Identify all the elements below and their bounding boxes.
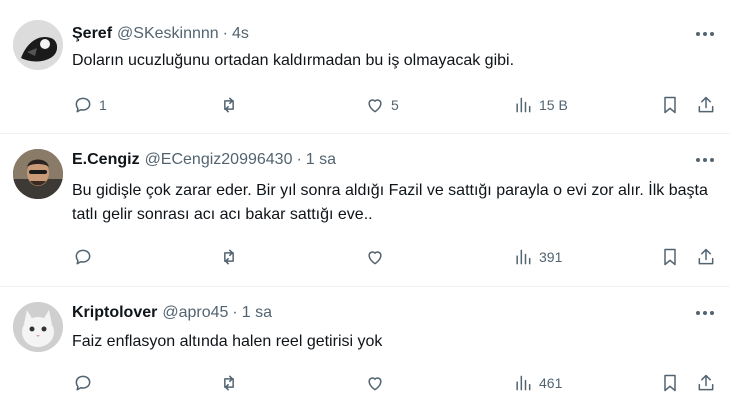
tweet-feed: Şeref @SKeskinnnn · 4s Doların ucuzluğun…	[0, 0, 730, 420]
views-count: 461	[539, 375, 563, 391]
reply-icon	[75, 97, 91, 113]
reply-icon	[75, 375, 91, 391]
separator-dot: ·	[222, 25, 228, 42]
bookmark-icon	[664, 96, 676, 114]
retweet-button[interactable]	[219, 371, 245, 395]
author-name[interactable]: Şeref	[72, 25, 112, 43]
retweet-icon	[224, 97, 234, 113]
reply-count: 1	[99, 97, 107, 113]
more-icon[interactable]	[694, 23, 716, 45]
retweet-icon	[224, 375, 234, 391]
like-button[interactable]	[365, 245, 391, 269]
tweet-text: Faiz enflasyon altında halen reel getiri…	[72, 333, 383, 350]
tweet-header: E.Cengiz @ECengiz20996430 · 1 sa	[72, 149, 336, 171]
bookmark-button[interactable]	[660, 93, 680, 117]
tweet[interactable]: Kriptolover @apro45 · 1 sa Faiz enflasyo…	[0, 287, 730, 420]
bookmark-icon	[664, 374, 676, 392]
author-name[interactable]: Kriptolover	[72, 304, 157, 322]
tweet[interactable]: Şeref @SKeskinnnn · 4s Doların ucuzluğun…	[0, 0, 730, 133]
avatar[interactable]	[13, 302, 63, 352]
like-button[interactable]	[365, 371, 391, 395]
bookmark-icon	[664, 248, 676, 266]
views-count: 391	[539, 249, 563, 265]
separator-dot: ·	[232, 304, 238, 321]
action-bar: 461	[0, 371, 730, 395]
separator-dot: ·	[296, 151, 302, 168]
action-bar: 391	[0, 245, 730, 269]
tweet-text: Doların ucuzluğunu ortadan kaldırmadan b…	[72, 52, 515, 69]
retweet-button[interactable]	[219, 93, 245, 117]
views-button[interactable]: 461	[513, 371, 562, 395]
share-button[interactable]	[696, 245, 716, 269]
views-icon	[516, 97, 531, 113]
author-handle[interactable]: @apro45	[162, 304, 228, 322]
bookmark-button[interactable]	[660, 371, 680, 395]
views-button[interactable]: 391	[513, 245, 562, 269]
views-count: 15 B	[539, 97, 568, 113]
reply-button[interactable]	[73, 371, 99, 395]
views-icon	[516, 249, 531, 265]
heart-icon	[368, 251, 382, 265]
like-count: 5	[391, 97, 399, 113]
tweet-header: Şeref @SKeskinnnn · 4s	[72, 23, 249, 45]
reply-button[interactable]	[73, 245, 99, 269]
views-icon	[516, 375, 531, 391]
tweet-text: Bu gidişle çok zarar eder. Bir yıl sonra…	[72, 182, 708, 223]
timestamp[interactable]: 4s	[232, 25, 249, 43]
more-icon[interactable]	[694, 149, 716, 171]
share-icon	[698, 374, 714, 391]
retweet-icon	[224, 249, 234, 265]
author-name[interactable]: E.Cengiz	[72, 151, 140, 169]
avatar[interactable]	[13, 149, 63, 199]
action-bar: 1 5 15 B	[0, 93, 730, 117]
author-handle[interactable]: @SKeskinnnn	[117, 25, 219, 43]
heart-icon	[368, 377, 382, 391]
retweet-button[interactable]	[219, 245, 245, 269]
views-button[interactable]: 15 B	[513, 93, 568, 117]
reply-button[interactable]: 1	[73, 93, 107, 117]
more-icon[interactable]	[694, 302, 716, 324]
timestamp[interactable]: 1 sa	[242, 304, 272, 322]
share-icon	[698, 96, 714, 113]
share-button[interactable]	[696, 93, 716, 117]
timestamp[interactable]: 1 sa	[306, 151, 336, 169]
tweet-header: Kriptolover @apro45 · 1 sa	[72, 302, 272, 324]
heart-icon	[368, 99, 382, 113]
avatar[interactable]	[13, 20, 63, 70]
like-button[interactable]: 5	[365, 93, 399, 117]
share-icon	[698, 248, 714, 265]
tweet[interactable]: E.Cengiz @ECengiz20996430 · 1 sa Bu gidi…	[0, 134, 730, 286]
bookmark-button[interactable]	[660, 245, 680, 269]
author-handle[interactable]: @ECengiz20996430	[145, 151, 293, 169]
reply-icon	[75, 249, 91, 265]
share-button[interactable]	[696, 371, 716, 395]
